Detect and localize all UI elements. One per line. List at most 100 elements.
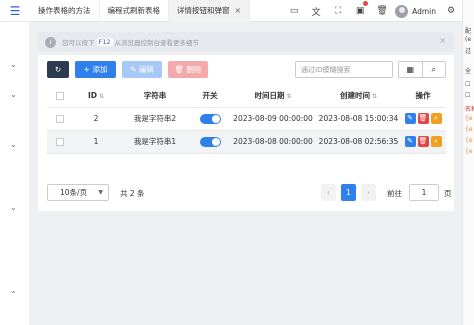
- row-checkbox[interactable]: [56, 115, 64, 123]
- terminal-icon[interactable]: ▣: [349, 0, 371, 22]
- cell-actions: ✎ 🗑 ⌕: [400, 130, 446, 154]
- column-label: 开关: [202, 90, 218, 100]
- chevron-down-icon[interactable]: ⌄: [10, 140, 17, 149]
- panel-checkbox[interactable]: ☐: [465, 81, 470, 88]
- tab-label: 操作表格的方法: [38, 6, 91, 15]
- delete-row-icon[interactable]: 🗑: [417, 136, 429, 147]
- app-window: ☰ 操作表格的方法 编程式刷新表格 详情按钮和弹窗 × ▭ 文 ⛶ ▣ 🗑 Adm…: [0, 0, 474, 325]
- row-checkbox-cell: [47, 130, 73, 154]
- table-row[interactable]: 2 我是字符串2 2023-08-09 00:00:00 2023-08-08 …: [47, 107, 446, 131]
- edit-row-icon[interactable]: ✎: [404, 113, 416, 124]
- chevron-up-icon[interactable]: ⌃: [10, 290, 17, 299]
- chevron-down-icon[interactable]: ⌄: [10, 203, 17, 212]
- chevron-down-icon[interactable]: ⌄: [10, 60, 17, 69]
- page-size-value: 10条/页: [60, 188, 88, 197]
- cell-string: 我是字符串1: [119, 130, 191, 154]
- panel-text: {e: [465, 126, 473, 133]
- right-side-panel: 配 (e 过 全 ☐ ☐ 名称 {e {e {e {e: [462, 0, 474, 325]
- panel-text: 名称: [465, 106, 474, 113]
- panel-text: {e: [465, 115, 473, 122]
- edit-button[interactable]: ✎ 编辑: [122, 61, 162, 78]
- sort-icon[interactable]: ⇅: [372, 93, 377, 100]
- tab-label: 详情按钮和弹窗: [177, 6, 230, 15]
- status-toggle[interactable]: [199, 136, 221, 147]
- cell-datetime: 2023-08-08 00:00:00: [229, 130, 317, 154]
- tab-detail-button-dialog[interactable]: 详情按钮和弹窗 ×: [169, 0, 251, 22]
- sidebar: ⌄ ⌄ ⌄ ⌄ ⌃: [0, 22, 30, 325]
- trash-icon[interactable]: 🗑: [371, 0, 393, 22]
- panel-text: 过: [465, 48, 472, 55]
- translate-icon[interactable]: 文: [305, 0, 327, 22]
- detail-row-icon[interactable]: ⌕: [430, 136, 442, 147]
- panel-text: (e: [465, 36, 472, 43]
- user-name: Admin: [412, 6, 436, 16]
- delete-row-icon[interactable]: 🗑: [417, 113, 429, 124]
- panel-checkbox[interactable]: ☐: [465, 92, 470, 99]
- status-toggle[interactable]: [199, 113, 221, 124]
- add-button[interactable]: + 添加: [75, 61, 116, 78]
- delete-button[interactable]: 🗑 删除: [168, 61, 208, 78]
- column-toggle-icon[interactable]: ▦: [399, 62, 423, 77]
- chevron-down-icon[interactable]: ⌄: [10, 90, 17, 99]
- panel-text: 全: [465, 68, 472, 75]
- cell-string: 我是字符串2: [119, 107, 191, 131]
- user-menu[interactable]: Admin: [395, 4, 436, 18]
- header-tools: ▭ 文 ⛶ ▣ 🗑 Admin ⚙: [283, 0, 462, 22]
- edit-row-icon[interactable]: ✎: [404, 136, 416, 147]
- search-icon[interactable]: ⌕: [423, 62, 446, 77]
- chevron-down-icon: ▼: [98, 189, 103, 196]
- cell-switch: [191, 130, 229, 154]
- cell-datetime: 2023-08-09 00:00:00: [229, 107, 317, 131]
- info-notice: i 您可以按下 F12 从浏览器控制台查看更多细节 ×: [38, 32, 454, 52]
- cell-switch: [191, 107, 229, 131]
- next-page-button[interactable]: ›: [361, 184, 376, 201]
- select-all-checkbox-cell: [47, 84, 73, 108]
- cell-id: 2: [73, 107, 119, 131]
- cell-created: 2023-08-08 15:00:34: [317, 107, 400, 131]
- table-row[interactable]: 1 我是字符串1 2023-08-08 00:00:00 2023-08-08 …: [47, 130, 446, 154]
- panel-text: {e: [465, 137, 473, 144]
- monitor-icon[interactable]: ▭: [283, 0, 305, 22]
- column-label: ID: [87, 90, 97, 100]
- select-all-checkbox[interactable]: [56, 91, 64, 100]
- pagination: 10条/页 ▼ 共 2 条 ‹ 1 › 前往 1 页: [47, 184, 452, 201]
- column-header-id[interactable]: ID ⇅: [73, 84, 119, 108]
- goto-label: 前往: [387, 189, 402, 198]
- column-header-string: 字符串: [119, 84, 191, 108]
- page-number-current[interactable]: 1: [341, 184, 356, 201]
- table-header-row: ID ⇅ 字符串 开关 时间日期 ⇅ 创建时间 ⇅ 操作: [47, 84, 446, 108]
- total-count: 共 2 条: [120, 189, 145, 198]
- column-header-actions: 操作: [400, 84, 446, 108]
- column-header-created[interactable]: 创建时间 ⇅: [317, 84, 400, 108]
- column-header-datetime[interactable]: 时间日期 ⇅: [229, 84, 317, 108]
- table-card: ↻ + 添加 ✎ 编辑 🗑 删除 通过ID模糊搜索 ▦ ⌕ ID ⇅ 字符串 开关…: [38, 55, 454, 211]
- panel-text: {e: [465, 148, 473, 155]
- notification-badge: [363, 1, 369, 6]
- search-input[interactable]: 通过ID模糊搜索: [295, 61, 393, 78]
- goto-page-input[interactable]: 1: [409, 184, 439, 201]
- tab-table-methods[interactable]: 操作表格的方法: [30, 0, 100, 22]
- page-size-select[interactable]: 10条/页 ▼: [47, 184, 109, 201]
- cell-created: 2023-08-08 02:56:35: [317, 130, 400, 154]
- tab-close-icon[interactable]: ×: [235, 6, 242, 15]
- tab-label: 编程式刷新表格: [107, 6, 161, 15]
- column-label: 时间日期: [254, 90, 285, 100]
- gear-icon[interactable]: ⚙: [440, 0, 462, 22]
- sort-icon[interactable]: ⇅: [286, 93, 291, 100]
- refresh-button[interactable]: ↻: [47, 61, 69, 78]
- column-label: 操作: [415, 90, 431, 100]
- row-checkbox[interactable]: [56, 138, 64, 146]
- info-icon: i: [45, 36, 56, 48]
- row-checkbox-cell: [47, 107, 73, 131]
- prev-page-button[interactable]: ‹: [321, 184, 336, 201]
- notice-key: F12: [96, 38, 113, 46]
- search-button-group: ▦ ⌕: [398, 61, 446, 78]
- fullscreen-icon[interactable]: ⛶: [327, 0, 349, 22]
- sort-icon[interactable]: ⇅: [99, 93, 104, 100]
- menu-toggle-icon[interactable]: ☰: [0, 0, 30, 22]
- column-label: 创建时间: [339, 90, 370, 100]
- tab-programmatic-refresh[interactable]: 编程式刷新表格: [100, 0, 169, 22]
- detail-row-icon[interactable]: ⌕: [430, 113, 442, 124]
- close-icon[interactable]: ×: [439, 36, 446, 45]
- avatar: [395, 4, 409, 18]
